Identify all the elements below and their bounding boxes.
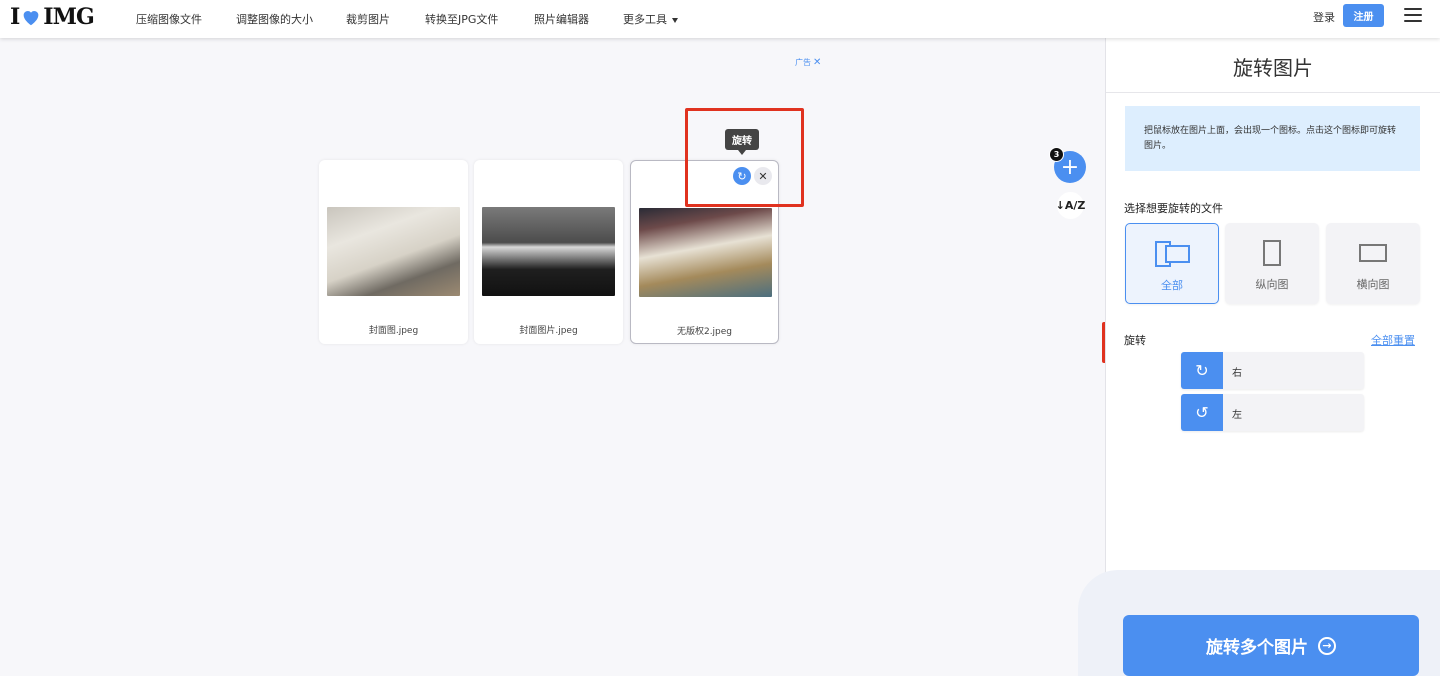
- file-card[interactable]: 封面图.jpeg: [319, 160, 468, 344]
- sidebar-title: 旋转图片: [1233, 56, 1313, 80]
- rotate-left-button[interactable]: ↺ 左: [1181, 394, 1364, 431]
- rotate-clockwise-icon: ↻: [1181, 352, 1223, 389]
- menu-icon[interactable]: [1404, 8, 1422, 22]
- nav-crop[interactable]: 裁剪图片: [346, 11, 390, 27]
- rotate-images-button[interactable]: 旋转多个图片 →: [1123, 615, 1419, 676]
- nav-convert-jpg[interactable]: 转换至JPG文件: [425, 11, 498, 27]
- heart-icon: [23, 11, 39, 26]
- sort-icon[interactable]: ↓A/Z: [1056, 192, 1085, 219]
- close-icon[interactable]: ✕: [813, 57, 821, 68]
- orientation-all-button[interactable]: 全部: [1125, 223, 1219, 304]
- highlight-box: [685, 108, 804, 207]
- reset-all-link[interactable]: 全部重置: [1371, 332, 1415, 348]
- info-box: 把鼠标放在图片上面，会出现一个图标。点击这个图标即可旋转图片。: [1125, 106, 1420, 171]
- nav-resize[interactable]: 调整图像的大小: [236, 11, 313, 27]
- portrait-icon: [1263, 240, 1281, 266]
- orientation-label: 全部: [1161, 279, 1183, 292]
- file-thumbnail: [639, 208, 772, 297]
- logo[interactable]: I IMG: [10, 4, 95, 30]
- logo-text-right: IMG: [43, 4, 94, 30]
- nav-more-tools-label: 更多工具: [623, 13, 667, 26]
- orientation-label: 横向图: [1356, 278, 1390, 291]
- file-thumbnail: [482, 207, 615, 296]
- orientation-landscape-button[interactable]: 横向图: [1326, 223, 1420, 304]
- file-thumbnail: [327, 207, 460, 296]
- all-orientation-icon: [1155, 241, 1190, 267]
- file-card[interactable]: 封面图片.jpeg: [474, 160, 623, 344]
- rotate-section-label: 旋转: [1124, 334, 1146, 347]
- orientation-portrait-button[interactable]: 纵向图: [1225, 223, 1319, 304]
- rotate-left-label: 左: [1232, 410, 1242, 421]
- login-link[interactable]: 登录: [1313, 9, 1335, 25]
- file-name: 无版权2.jpeg: [676, 327, 733, 337]
- signup-button[interactable]: 注册: [1343, 4, 1384, 27]
- ad-text: 广告: [795, 58, 811, 67]
- arrow-right-icon: →: [1318, 636, 1336, 655]
- rotate-right-button[interactable]: ↻ 右: [1181, 352, 1364, 389]
- cta-label: 旋转多个图片: [1206, 638, 1308, 658]
- landscape-icon: [1359, 244, 1387, 262]
- select-files-label: 选择想要旋转的文件: [1124, 202, 1223, 215]
- rotate-right-label: 右: [1232, 368, 1242, 379]
- logo-text-left: I: [10, 4, 20, 30]
- top-navigation-bar: I IMG 压缩图像文件 调整图像的大小 裁剪图片 转换至JPG文件 照片编辑器…: [0, 0, 1440, 38]
- nav-compress[interactable]: 压缩图像文件: [136, 11, 202, 27]
- rotate-counterclockwise-icon: ↺: [1181, 394, 1223, 431]
- divider: [1106, 92, 1440, 93]
- file-count-badge: 3: [1049, 147, 1064, 162]
- file-name: 封面图.jpeg: [368, 326, 419, 336]
- orientation-label: 纵向图: [1255, 278, 1289, 291]
- chevron-down-icon: [672, 17, 678, 23]
- ad-label[interactable]: 广告 ✕: [795, 57, 821, 68]
- nav-photo-editor[interactable]: 照片编辑器: [534, 11, 589, 27]
- file-name: 封面图片.jpeg: [519, 326, 578, 336]
- nav-more-tools[interactable]: 更多工具: [623, 11, 678, 27]
